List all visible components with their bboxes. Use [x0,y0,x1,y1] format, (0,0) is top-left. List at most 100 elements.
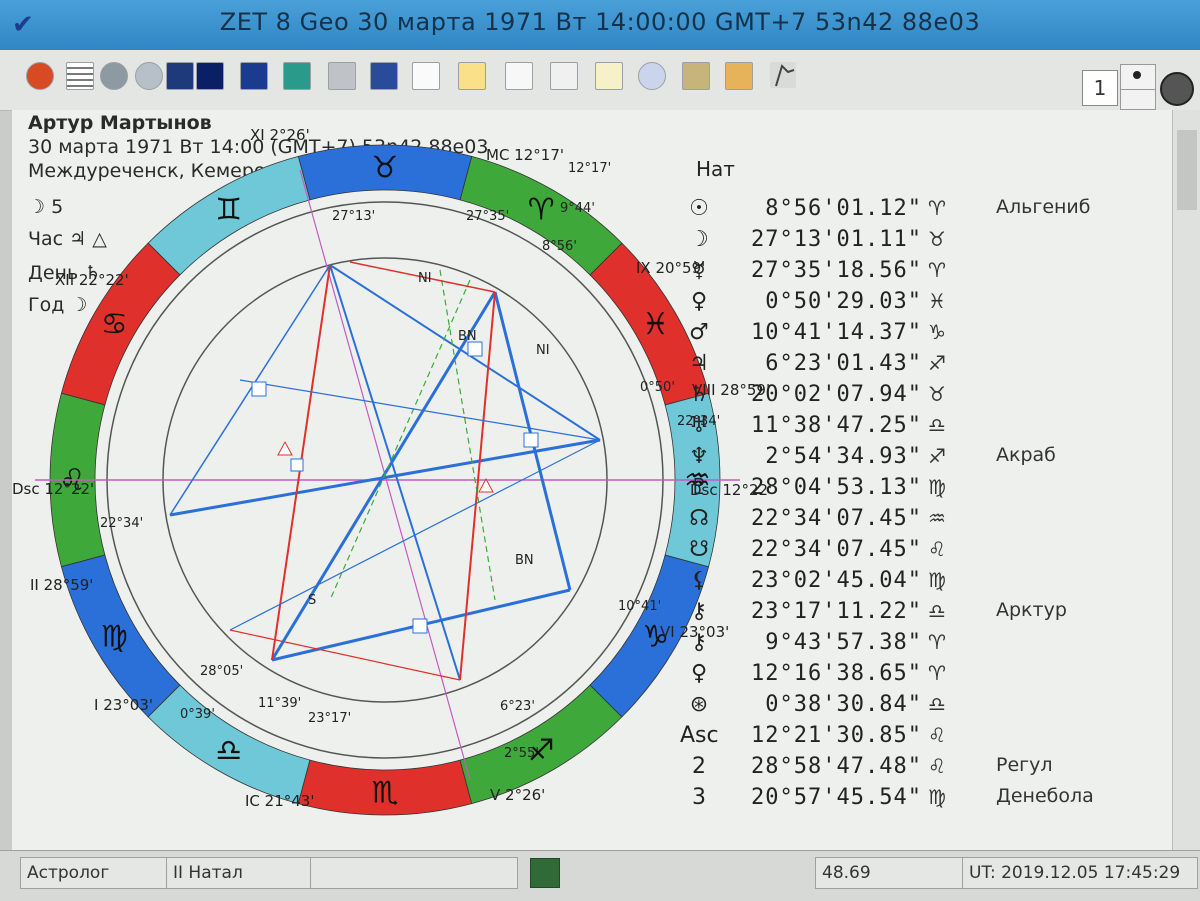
position-row[interactable]: ♀ 0°50'29.03" ♓ [680,289,1150,320]
position-degree: 10°41'14.37" [751,320,922,345]
sign-glyph-icon: ♈ [928,661,946,685]
planet-degree-label: 6°23' [500,699,535,714]
status-ut: UT: 2019.12.05 17:45:29 [962,857,1198,889]
position-row[interactable]: ♄ 20°02'07.94" ♉ [680,382,1150,413]
position-degree: 0°50'29.03" [765,289,922,314]
position-degree: 20°57'45.54" [751,785,922,810]
fixed-star: Альгениб [996,196,1091,218]
planet-degree-label: 12°17' [568,161,611,176]
sign-glyph-icon: ♍ [928,785,946,809]
aspect-square-icon [523,432,539,448]
sign-glyph-icon: ♉ [928,227,946,251]
position-row[interactable]: ⚷ 23°17'11.22" ♎ Арктур [680,599,1150,630]
planet-glyph-icon: Asc [680,723,719,748]
status-empty [310,857,518,889]
planet-glyph-icon: 2 [692,754,706,779]
planet-glyph-icon: ♃ [689,351,709,376]
planet-degree-label: 10°41' [618,599,661,614]
position-degree: 0°38'30.84" [765,692,922,717]
aspect-square-icon [467,341,483,357]
sign-glyph-icon: ♎ [928,599,946,623]
position-degree: 11°38'47.25" [751,413,922,438]
position-row[interactable]: ☉ 8°56'01.12" ♈ Альгениб [680,196,1150,227]
sign-glyph-icon: ♌ [928,754,946,778]
position-row[interactable]: ♆ 2°54'34.93" ♐ Акраб [680,444,1150,475]
inner-label: S [308,593,316,608]
position-degree: 27°13'01.11" [751,227,922,252]
sign-glyph-icon: ♒ [928,506,946,530]
position-degree: 22°34'07.45" [751,506,922,531]
position-degree: 22°34'07.45" [751,537,922,562]
position-row[interactable]: ☋ 22°34'07.45" ♌ [680,537,1150,568]
aspect-line [229,629,461,681]
position-degree: 28°58'47.48" [751,754,922,779]
position-row[interactable]: 2 28°58'47.48" ♌ Регул [680,754,1150,785]
position-row[interactable]: Asc 12°21'30.85" ♌ [680,723,1150,754]
planet-degree-label: 23°17' [308,711,351,726]
planet-glyph-icon: ⚷ [690,599,708,624]
planet-glyph-icon: ⊛ [689,692,709,717]
house-label: MC 12°17' [486,146,564,164]
position-row[interactable]: ☽ 27°13'01.11" ♉ [680,227,1150,258]
planet-glyph-icon: ♀ [690,661,708,686]
aspect-square-icon [290,458,304,472]
planet-glyph-icon: ☽ [689,227,709,252]
house-label: IC 21°43' [245,792,314,810]
inner-label: NI [418,271,432,286]
zodiac-sign-icon: ♏ [372,776,399,811]
fixed-star: Акраб [996,444,1056,466]
position-row[interactable]: ⚸ 23°02'45.04" ♍ [680,568,1150,599]
planet-degree-label: 27°13' [332,209,375,224]
fixed-star: Регул [996,754,1053,776]
aspect-square-icon [412,618,428,634]
planet-degree-label: 22°34' [100,516,143,531]
planet-glyph-icon: ♂ [689,320,709,345]
position-row[interactable]: ♅ 11°38'47.25" ♎ [680,413,1150,444]
zodiac-sign-icon: ♊ [215,192,242,227]
fixed-star: Арктур [996,599,1067,621]
position-row[interactable]: ⚷ 9°43'57.38" ♈ [680,630,1150,661]
position-row[interactable]: ♂ 10°41'14.37" ♑ [680,320,1150,351]
planet-glyph-icon: 3 [692,785,706,810]
planet-glyph-icon: ☊ [689,506,709,531]
chart-labels: XI 2°26'MC 12°17'IX 20°59'VIII 28°59'Dsc… [12,126,772,810]
planet-degree-label: 9°44' [560,201,595,216]
planet-glyph-icon: ☿ [692,258,706,283]
sign-glyph-icon: ♐ [928,351,946,375]
house-label: XII 22°22' [55,271,129,289]
position-row[interactable]: ♀ 12°16'38.65" ♈ [680,661,1150,692]
sign-glyph-icon: ♈ [928,630,946,654]
position-degree: 8°56'01.12" [765,196,922,221]
sign-glyph-icon: ♎ [928,692,946,716]
nat-label: Нат [696,157,735,181]
status-value: 48.69 [815,857,963,889]
position-row[interactable]: ☊ 22°34'07.45" ♒ [680,506,1150,537]
zodiac-sign-icon: ♓ [642,307,669,342]
sign-glyph-icon: ♈ [928,196,946,220]
position-row[interactable]: ♇ 28°04'53.13" ♍ [680,475,1150,506]
planet-glyph-icon: ⚸ [690,568,708,593]
aspect-line [270,291,497,661]
position-degree: 27°35'18.56" [751,258,922,283]
planet-degree-label: 28°05' [200,664,243,679]
inner-label: NI [536,343,550,358]
planet-degree-label: 11°39' [258,696,301,711]
position-row[interactable]: ⊛ 0°38'30.84" ♎ [680,692,1150,723]
aspect-marks [251,341,539,634]
planet-degree-label: 0°50' [640,380,675,395]
position-row[interactable]: ☿ 27°35'18.56" ♈ [680,258,1150,289]
sign-glyph-icon: ♑ [928,320,946,344]
position-row[interactable]: ♃ 6°23'01.43" ♐ [680,351,1150,382]
planet-glyph-icon: ☉ [689,196,709,221]
aspect-line [439,269,496,601]
planet-glyph-icon: ☋ [689,537,709,562]
position-degree: 2°54'34.93" [765,444,922,469]
house-label: Dsc 12°22' [12,480,94,498]
sign-glyph-icon: ♍ [928,568,946,592]
planet-glyph-icon: ♇ [689,475,709,500]
zodiac-sign-icon: ♍ [101,619,128,654]
house-label: I 23°03' [94,696,153,714]
position-row[interactable]: 3 20°57'45.54" ♍ Денебола [680,785,1150,816]
sign-glyph-icon: ♉ [928,382,946,406]
planet-glyph-icon: ♅ [689,413,709,438]
